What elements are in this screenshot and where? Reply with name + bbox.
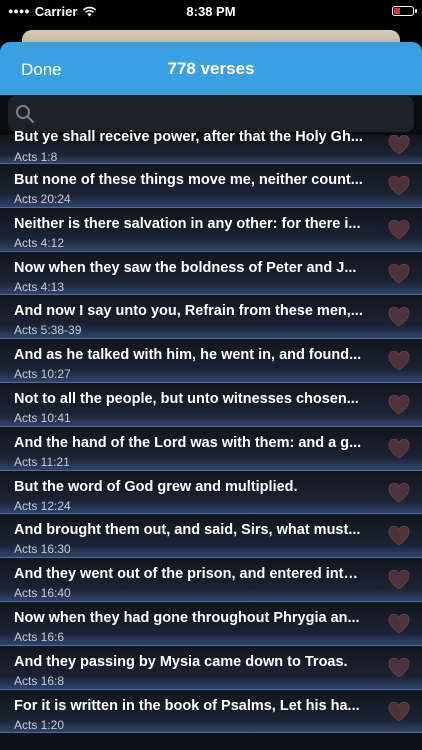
verse-reference: Acts 4:13 xyxy=(14,279,65,294)
carrier-label: Carrier xyxy=(34,3,78,19)
verses-sheet: Done 778 verses But ye shall receive pow… xyxy=(0,42,422,750)
nav-bar: Done 778 verses xyxy=(0,42,422,95)
verse-row[interactable]: Not to all the people, but unto witnesse… xyxy=(0,382,422,427)
heart-icon[interactable] xyxy=(388,701,410,722)
status-bar: ●●●● Carrier 8:38 PM xyxy=(0,0,422,22)
verse-reference: Acts 10:27 xyxy=(14,367,71,382)
verse-text: And they went out of the prison, and ent… xyxy=(14,566,364,583)
verse-list: But ye shall receive power, after that t… xyxy=(0,129,422,734)
verse-reference: Acts 5:38-39 xyxy=(14,323,82,338)
heart-icon[interactable] xyxy=(388,307,410,327)
verse-text: Now when they had gone throughout Phrygi… xyxy=(14,609,360,626)
heart-icon[interactable] xyxy=(388,482,410,503)
battery-level xyxy=(394,8,400,14)
done-button[interactable]: Done xyxy=(21,60,62,80)
verse-row[interactable]: And they went out of the prison, and ent… xyxy=(0,558,422,602)
verse-row[interactable]: But ye shall receive power, after that t… xyxy=(0,129,422,164)
signal-icon: ●●●● xyxy=(8,6,30,16)
verse-reference: Acts 16:40 xyxy=(14,586,71,601)
verse-row[interactable]: For it is written in the book of Psalms,… xyxy=(0,689,422,734)
search-input[interactable] xyxy=(36,104,414,124)
verse-text: For it is written in the book of Psalms,… xyxy=(14,697,360,714)
verse-text: And they passing by Mysia came down to T… xyxy=(14,653,348,670)
verse-reference: Acts 4:12 xyxy=(14,235,65,250)
verse-row[interactable]: And they passing by Mysia came down to T… xyxy=(0,645,422,690)
heart-icon[interactable] xyxy=(388,657,410,678)
verse-text: And as he talked with him, he went in, a… xyxy=(14,347,362,364)
verse-reference: Acts 1:20 xyxy=(14,717,65,732)
verse-row[interactable]: But the word of God grew and multiplied.… xyxy=(0,470,422,515)
verse-reference: Acts 10:41 xyxy=(14,410,71,425)
heart-icon[interactable] xyxy=(388,263,410,284)
heart-icon[interactable] xyxy=(388,175,410,196)
verse-row[interactable]: Now when they had gone throughout Phrygi… xyxy=(0,601,422,646)
verse-reference: Acts 16:6 xyxy=(14,629,65,644)
nav-title: 778 verses xyxy=(167,58,255,78)
verse-reference: Acts 12:24 xyxy=(14,498,71,513)
verse-text: But the word of God grew and multiplied. xyxy=(14,478,298,495)
verse-reference: Acts 20:24 xyxy=(14,192,71,206)
verse-reference: Acts 16:8 xyxy=(14,673,65,688)
verse-row[interactable]: And now I say unto you, Refrain from the… xyxy=(0,295,422,340)
verse-text: And the hand of the Lord was with them: … xyxy=(14,434,362,451)
heart-icon[interactable] xyxy=(388,526,410,546)
verse-text: But none of these things move me, neithe… xyxy=(14,172,363,188)
verse-row[interactable]: And as he talked with him, he went in, a… xyxy=(0,339,422,383)
heart-icon[interactable] xyxy=(388,438,410,459)
wifi-icon xyxy=(82,6,97,17)
verse-text: Not to all the people, but unto witnesse… xyxy=(14,390,359,407)
heart-icon[interactable] xyxy=(388,613,410,634)
verse-row[interactable]: And brought them out, and said, Sirs, wh… xyxy=(0,514,422,559)
verse-reference: Acts 16:30 xyxy=(14,542,71,557)
verse-reference: Acts 1:8 xyxy=(14,150,58,164)
heart-icon[interactable] xyxy=(388,134,410,155)
verse-text: Neither is there salvation in any other:… xyxy=(14,215,361,232)
heart-icon[interactable] xyxy=(388,394,410,415)
verse-row[interactable]: And the hand of the Lord was with them: … xyxy=(0,426,422,471)
search-field[interactable] xyxy=(8,96,414,132)
battery-icon xyxy=(392,6,417,16)
verse-row[interactable]: But none of these things move me, neithe… xyxy=(0,164,422,208)
status-left: ●●●● Carrier xyxy=(8,4,97,19)
verse-text: Now when they saw the boldness of Peter … xyxy=(14,259,357,276)
verse-text: And brought them out, and said, Sirs, wh… xyxy=(14,522,361,539)
verse-text: And now I say unto you, Refrain from the… xyxy=(14,303,363,320)
search-icon xyxy=(14,103,36,125)
heart-icon[interactable] xyxy=(388,219,410,240)
verse-row[interactable]: Now when they saw the boldness of Peter … xyxy=(0,251,422,296)
verse-text: But ye shall receive power, after that t… xyxy=(14,129,363,145)
verse-row[interactable]: Neither is there salvation in any other:… xyxy=(0,207,422,252)
heart-icon[interactable] xyxy=(388,569,410,590)
heart-icon[interactable] xyxy=(388,350,410,371)
verse-reference: Acts 11:21 xyxy=(14,454,70,469)
